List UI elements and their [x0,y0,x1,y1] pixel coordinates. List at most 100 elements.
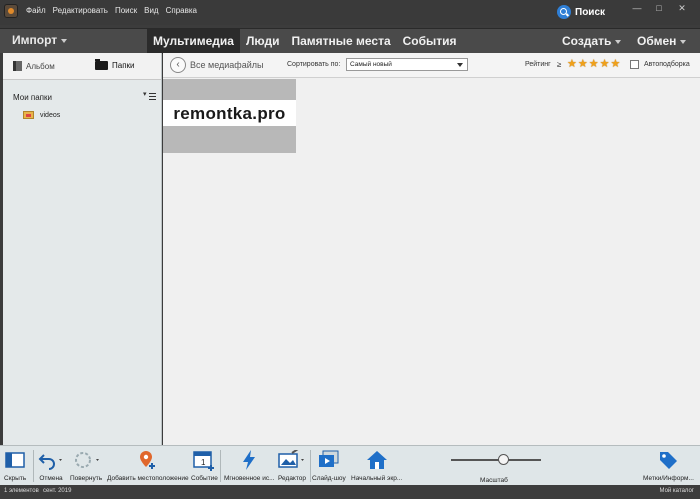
tab-people[interactable]: Люди [240,29,286,54]
menu-file[interactable]: Файл [26,6,46,15]
rotate-icon [72,449,100,471]
rating-filter: ★ ★ ★ ★ ★ [567,58,620,70]
sort-label: Сортировать по: [287,61,341,68]
star-icon[interactable]: ★ [567,58,577,70]
search-button[interactable]: Поиск [557,4,605,20]
close-icon[interactable]: ✕ [675,2,689,14]
calendar-icon: 1 [192,449,216,471]
chevron-down-icon [680,39,687,44]
sidebar-tab-album-label: Альбом [26,61,55,71]
lightning-icon [240,449,258,471]
tag-icon [657,449,679,471]
tab-media[interactable]: Мультимедиа [147,29,240,54]
share-label: Обмен [637,34,677,48]
menu-view[interactable]: Вид [144,6,158,15]
rotate-label: Повернуть [70,475,103,482]
app-logo-icon [4,4,18,18]
separator [33,450,34,482]
zoom-slider-handle[interactable] [497,454,509,465]
slideshow-label: Слайд-шоу [312,475,346,482]
undo-icon [38,449,64,471]
star-icon[interactable]: ★ [589,58,599,70]
home-icon [366,449,388,471]
star-icon[interactable]: ★ [578,58,588,70]
sidebar-tabs: Альбом Папки [3,53,161,80]
back-button[interactable]: ‹ [170,57,186,73]
tab-events[interactable]: События [397,29,463,54]
minimize-icon[interactable]: — [630,2,644,14]
separator [310,450,311,482]
tags-label: Метки/Информ... [643,475,694,482]
sidebar-item-videos[interactable]: videos [23,111,60,119]
star-icon[interactable]: ★ [600,58,610,70]
folder-name: videos [40,111,61,119]
auto-curate-checkbox[interactable] [630,60,639,69]
create-label: Создать [562,34,612,48]
list-options-icon[interactable] [143,90,156,101]
menu-edit[interactable]: Редактировать [53,6,108,15]
maximize-icon[interactable]: □ [652,2,666,14]
folder-icon [95,59,108,70]
separator [220,450,221,482]
sidebar-tab-folders[interactable]: Папки [95,59,135,70]
thumbnail-text: remontka.pro [173,104,286,123]
undo-label: Отмена [39,475,63,482]
menu-help[interactable]: Справка [166,6,197,15]
editor-button[interactable]: Редактор [277,449,307,482]
home-screen-button[interactable]: Начальный экр... [351,449,402,482]
media-thumbnail[interactable]: remontka.pro [163,79,296,153]
instant-fix-button[interactable]: Мгновенное ис... [224,449,275,482]
chevron-down-icon [61,38,68,43]
album-icon [13,61,22,71]
star-icon[interactable]: ★ [611,58,621,70]
sidebar-tab-album[interactable]: Альбом [13,61,55,71]
editor-label: Редактор [278,475,306,482]
my-folders-heading: Мои папки [13,93,52,102]
search-label: Поиск [575,6,606,18]
share-button[interactable]: Обмен [637,34,687,48]
map-pin-icon [137,449,159,471]
slideshow-button[interactable]: Слайд-шоу [312,449,346,482]
add-location-button[interactable]: Добавить местоположение [107,449,189,482]
rating-label: Рейтинг [525,61,551,68]
menu-find[interactable]: Поиск [115,6,137,15]
hide-label: Скрыть [4,475,27,482]
import-button[interactable]: Импорт [12,33,68,47]
menu-bar: Файл Редактировать Поиск Вид Справка [26,6,197,15]
hide-panel-button[interactable]: Скрыть [4,449,26,482]
catalog-name[interactable]: Мой каталог [660,488,695,494]
rotate-button[interactable]: Повернуть [70,449,102,482]
sidebar-tab-folders-label: Папки [112,61,135,70]
event-button[interactable]: 1 Событие [191,449,218,482]
search-icon [557,5,571,19]
tab-places[interactable]: Памятные места [285,29,396,54]
date-range: сент. 2019 [43,488,72,494]
content-toolbar: ‹ Все медиафайлы Сортировать по: Самый н… [163,53,700,78]
event-label: Событие [191,475,218,482]
chevron-down-icon [615,39,622,44]
add-location-label: Добавить местоположение [107,475,189,482]
create-button[interactable]: Создать [562,34,622,48]
media-grid-area: ‹ Все медиафайлы Сортировать по: Самый н… [163,53,700,445]
zoom-label: Масштаб [480,477,508,484]
all-media-link[interactable]: Все медиафайлы [190,60,263,70]
status-bar: 1 элементов сент. 2019 Мой каталог [0,485,700,499]
main-nav: Импорт Мультимедиа Люди Памятные места С… [0,28,700,54]
item-count: 1 элементов [4,488,39,494]
sidebar: Альбом Папки Мои папки videos [3,53,162,445]
zoom-slider-track[interactable] [451,459,541,461]
svg-text:1: 1 [201,458,206,467]
auto-curate-label: Автоподборка [644,61,690,68]
undo-button[interactable]: Отмена [38,449,64,482]
action-bar: Скрыть Отмена Повернуть Добавить местопо… [0,445,700,485]
instant-fix-label: Мгновенное ис... [224,475,275,482]
title-bar: Файл Редактировать Поиск Вид Справка Пои… [0,0,700,25]
photo-editor-icon [277,449,307,471]
slideshow-icon [317,449,341,471]
import-label: Импорт [12,33,58,47]
sort-dropdown[interactable]: Самый новый [346,58,468,71]
tags-info-button[interactable]: Метки/Информ... [643,449,694,482]
rating-operator: ≥ [557,60,562,69]
home-label: Начальный экр... [351,475,403,482]
panel-toggle-icon [5,449,25,471]
